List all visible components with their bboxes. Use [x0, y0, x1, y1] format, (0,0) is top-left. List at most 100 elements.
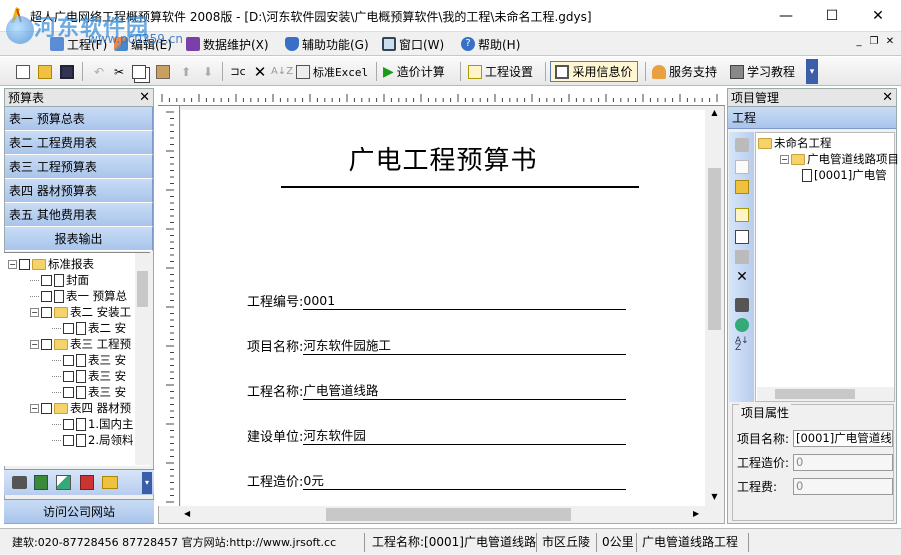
tree-item[interactable]: − 表三 工程预 — [30, 336, 131, 352]
project-settings-button[interactable]: 工程设置 — [468, 61, 533, 82]
collapse-toggle[interactable]: − — [780, 154, 789, 164]
toolbar-overflow-button[interactable]: ▾ — [806, 59, 818, 84]
checkbox[interactable] — [19, 258, 30, 270]
delete-button[interactable]: ✕ — [252, 61, 268, 82]
tree-item[interactable]: − 表四 器材预 — [30, 400, 131, 416]
tree-horizontal-scrollbar[interactable] — [757, 387, 894, 401]
checkbox[interactable] — [63, 418, 74, 430]
project-tree-item[interactable]: [0001]广电管 — [802, 167, 887, 183]
nav-table-1[interactable]: 表一 预算总表 — [5, 107, 153, 131]
tree-item[interactable]: 2.局领料 — [52, 432, 133, 448]
checkbox[interactable] — [63, 370, 74, 382]
open-folder-icon[interactable] — [735, 180, 749, 194]
menu-data-maintain[interactable]: 数据维护(X) — [186, 36, 269, 52]
mdi-close-button[interactable]: ✕ — [883, 36, 897, 47]
field-value[interactable]: 河东软件园 — [303, 427, 627, 445]
nav-table-3[interactable]: 表三 工程预算表 — [5, 155, 153, 179]
nav-table-2[interactable]: 表二 工程费用表 — [5, 131, 153, 155]
collapse-toggle[interactable]: − — [30, 403, 39, 413]
refresh-icon[interactable] — [735, 318, 749, 332]
collapse-toggle[interactable]: − — [8, 259, 17, 269]
nav-table-4[interactable]: 表四 器材预算表 — [5, 179, 153, 203]
export-excel-icon[interactable] — [34, 475, 48, 490]
tree-item[interactable]: 1.国内主 — [52, 416, 133, 432]
tree-item[interactable]: − 表二 安装工 — [30, 304, 131, 320]
checkbox[interactable] — [41, 306, 52, 318]
checkbox[interactable] — [63, 354, 74, 366]
scroll-thumb[interactable] — [137, 271, 148, 307]
property-value[interactable]: [0001]广电管道线 — [793, 429, 893, 447]
open-folder-icon[interactable] — [102, 476, 118, 489]
cut-button[interactable]: ✂ — [110, 61, 128, 82]
checkbox[interactable] — [41, 290, 52, 302]
scroll-down-icon[interactable]: ▼ — [708, 492, 721, 504]
print-icon[interactable] — [12, 476, 27, 489]
checkbox[interactable] — [41, 402, 52, 414]
close-button[interactable]: ✕ — [855, 0, 901, 31]
sort-az-icon[interactable]: A↓ Z — [735, 337, 749, 353]
field-value[interactable]: 0元 — [303, 472, 627, 490]
sort-button[interactable]: A↓Z — [271, 61, 293, 82]
project-tree-item[interactable]: − 广电管道线路项目 — [780, 151, 899, 167]
visit-company-site-button[interactable]: 访问公司网站 — [4, 499, 154, 523]
scroll-right-icon[interactable]: ▶ — [693, 509, 699, 518]
collapse-toggle[interactable]: − — [30, 339, 39, 349]
edit-doc-icon[interactable] — [735, 208, 749, 222]
panel-close-button[interactable]: ✕ — [882, 89, 893, 107]
folder-gray-icon[interactable] — [735, 138, 749, 152]
scroll-up-icon[interactable]: ▲ — [708, 108, 721, 120]
tree-item[interactable]: 表三 安 — [52, 352, 126, 368]
panel-close-button[interactable]: ✕ — [139, 89, 150, 107]
tree-item[interactable]: − 标准报表 — [8, 256, 94, 272]
standard-excel-button[interactable]: 标准Excel — [296, 61, 368, 82]
mdi-restore-button[interactable]: ❐ — [867, 36, 881, 47]
scroll-thumb[interactable] — [775, 389, 855, 399]
delete-icon[interactable]: ✕ — [735, 270, 749, 284]
paste-icon[interactable] — [735, 250, 749, 264]
field-value[interactable]: 0001 — [303, 292, 627, 310]
project-tree-item[interactable]: 未命名工程 — [758, 135, 832, 151]
save-button[interactable] — [58, 61, 76, 82]
tree-item[interactable]: 表三 安 — [52, 384, 126, 400]
collapse-toggle[interactable]: − — [30, 307, 39, 317]
print-icon[interactable] — [735, 298, 749, 312]
scroll-thumb[interactable] — [708, 168, 721, 330]
copy-button[interactable] — [130, 61, 148, 82]
document-horizontal-scrollbar[interactable]: ◀ ▶ — [181, 506, 706, 523]
menu-aux[interactable]: 辅助功能(G) — [285, 36, 369, 52]
nav-table-5[interactable]: 表五 其他费用表 — [5, 203, 153, 227]
tree-item[interactable]: 封面 — [30, 272, 89, 288]
document-vertical-scrollbar[interactable]: ▲ ▼ — [706, 106, 723, 506]
pdf-icon[interactable] — [80, 475, 94, 490]
service-support-button[interactable]: 服务支持 — [652, 61, 717, 82]
checkbox[interactable] — [41, 338, 52, 350]
new-button[interactable] — [14, 61, 32, 82]
scroll-thumb[interactable] — [326, 508, 571, 521]
checkbox[interactable] — [63, 434, 74, 446]
tree-vertical-scrollbar[interactable] — [135, 253, 150, 465]
tree-item[interactable]: 表一 预算总 — [30, 288, 127, 304]
undo-button[interactable]: ↶ — [90, 61, 108, 82]
chart-icon[interactable] — [56, 475, 71, 490]
minimize-button[interactable]: — — [763, 0, 809, 31]
scroll-left-icon[interactable]: ◀ — [184, 509, 190, 518]
tree-item[interactable]: 表二 安 — [52, 320, 126, 336]
insert-button[interactable]: ⊐c — [228, 61, 248, 82]
new-doc-icon[interactable] — [735, 160, 749, 174]
mdi-minimize-button[interactable]: _ — [852, 36, 866, 47]
checkbox[interactable] — [41, 274, 52, 286]
property-value[interactable]: 0 — [793, 477, 893, 495]
tab-project[interactable]: 工程 — [728, 107, 896, 129]
property-value[interactable]: 0 — [793, 453, 893, 471]
checkbox[interactable] — [63, 322, 74, 334]
paste-button[interactable] — [154, 61, 172, 82]
use-info-price-button[interactable]: 采用信息价 — [550, 61, 638, 82]
nav-report-output[interactable]: 报表输出 — [5, 227, 153, 251]
checkbox[interactable] — [63, 386, 74, 398]
field-value[interactable]: 河东软件园施工 — [303, 337, 627, 355]
open-button[interactable] — [36, 61, 54, 82]
chevron-down-icon[interactable]: ▾ — [142, 472, 152, 494]
copy-icon[interactable] — [735, 230, 749, 244]
field-value[interactable]: 广电管道线路 — [303, 382, 627, 400]
move-up-button[interactable]: ⬆ — [178, 61, 194, 82]
